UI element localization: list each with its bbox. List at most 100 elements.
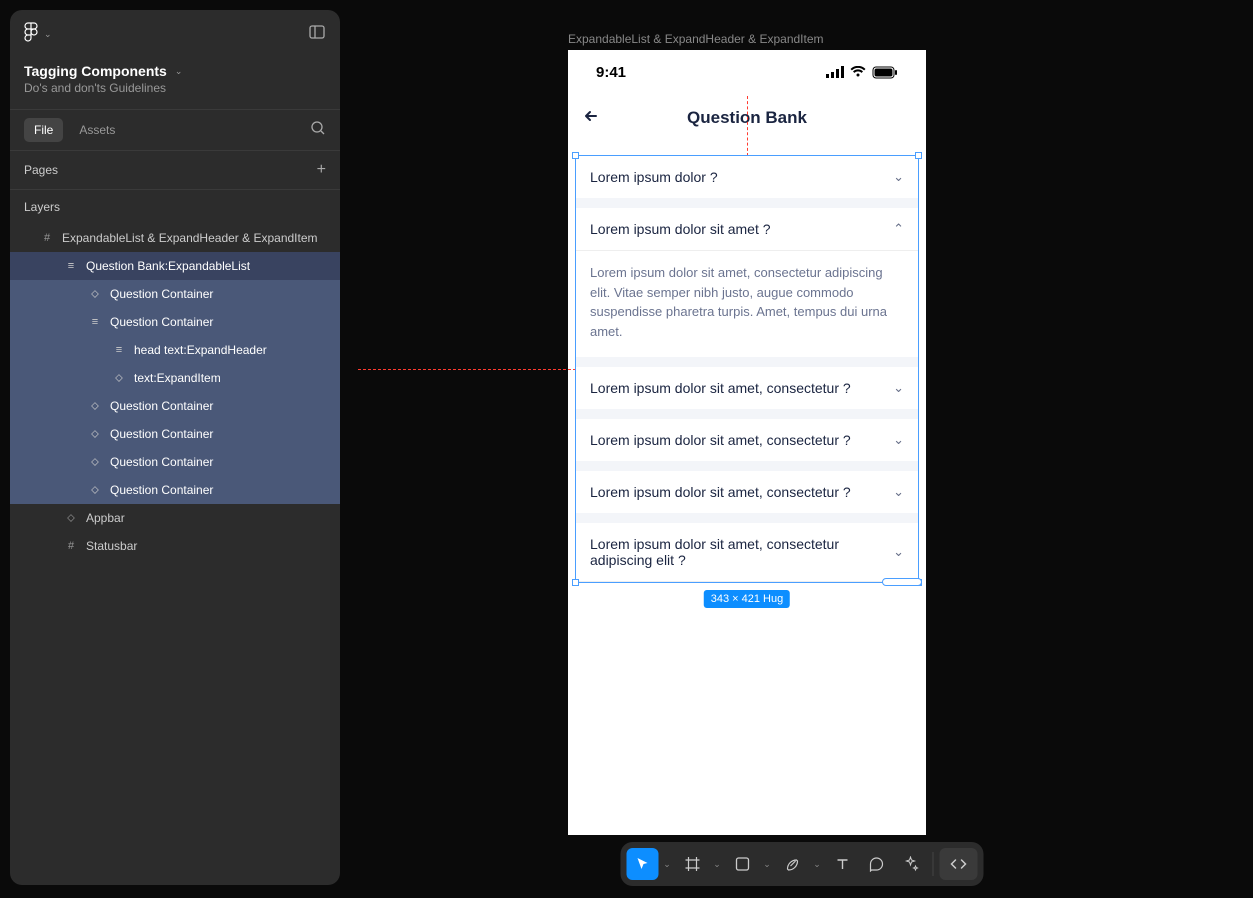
question-header[interactable]: Lorem ipsum dolor sit amet ? ⌃ bbox=[576, 208, 918, 251]
comp-icon: ⬦ bbox=[64, 512, 78, 525]
question-header[interactable]: Lorem ipsum dolor sit amet, consectetur … bbox=[576, 523, 918, 582]
sidebar-header: ⌄ bbox=[10, 10, 340, 59]
move-tool-dropdown[interactable]: ⌄ bbox=[660, 848, 674, 880]
question-header[interactable]: Lorem ipsum dolor ? ⌄ bbox=[576, 156, 918, 208]
figma-menu[interactable]: ⌄ bbox=[24, 22, 52, 47]
chevron-down-icon: ⌄ bbox=[893, 544, 904, 560]
dimensions-badge: 343 × 421 Hug bbox=[704, 590, 790, 608]
layer-label: Question Container bbox=[110, 483, 213, 497]
layer-item[interactable]: ⬦ Question Container bbox=[10, 392, 340, 420]
question-header[interactable]: Lorem ipsum dolor sit amet, consectetur … bbox=[576, 471, 918, 523]
layer-item[interactable]: ⬦ text:ExpandItem bbox=[10, 364, 340, 392]
toolbar-separator bbox=[932, 852, 933, 876]
layer-label: Question Bank:ExpandableList bbox=[86, 259, 250, 273]
layer-item[interactable]: ⬦Question Container bbox=[10, 476, 340, 504]
layer-label: Question Container bbox=[110, 287, 213, 301]
tab-file[interactable]: File bbox=[24, 118, 63, 142]
layer-label: Question Container bbox=[110, 315, 213, 329]
search-icon[interactable] bbox=[310, 120, 326, 141]
chevron-up-icon: ⌃ bbox=[893, 221, 904, 237]
comp-icon: ⬦ bbox=[88, 456, 102, 469]
comp-icon: ⬦ bbox=[112, 372, 126, 385]
project-title: Tagging Components bbox=[24, 63, 167, 79]
layers-section-header: Layers bbox=[10, 189, 340, 224]
appbar-title: Question Bank bbox=[568, 108, 926, 128]
question-list: Lorem ipsum dolor ?⌄Lorem ipsum dolor si… bbox=[576, 156, 918, 582]
bottom-toolbar: ⌄ ⌄ ⌄ ⌄ bbox=[620, 842, 983, 886]
pages-section-header[interactable]: Pages + bbox=[10, 150, 340, 189]
vstack-icon: ≡ bbox=[88, 316, 102, 328]
layer-item[interactable]: ≡ Question Bank:ExpandableList bbox=[10, 252, 340, 280]
layer-item[interactable]: ⬦ Question Container bbox=[10, 420, 340, 448]
chevron-down-icon: ⌄ bbox=[44, 29, 52, 40]
frame-icon: # bbox=[64, 540, 78, 552]
move-tool[interactable] bbox=[626, 848, 658, 880]
comp-icon: ⬦ bbox=[88, 400, 102, 413]
layers-list: # ExpandableList & ExpandHeader & ExpandI… bbox=[10, 224, 340, 885]
comp-icon: ⬦ bbox=[88, 428, 102, 441]
figma-logo-icon bbox=[24, 22, 38, 47]
vstack-icon: ≡ bbox=[112, 344, 126, 356]
statusbar: 9:41 bbox=[568, 50, 926, 94]
battery-icon bbox=[872, 66, 898, 79]
layer-label: Question Container bbox=[110, 399, 213, 413]
text-tool[interactable] bbox=[826, 848, 858, 880]
comp-icon: ⬦ bbox=[88, 288, 102, 301]
tab-assets[interactable]: Assets bbox=[69, 118, 125, 142]
project-subtitle: Do's and don'ts Guidelines bbox=[10, 81, 340, 109]
question-title: Lorem ipsum dolor ? bbox=[590, 169, 718, 185]
dev-mode-toggle[interactable] bbox=[939, 848, 977, 880]
canvas[interactable]: ExpandableList & ExpandHeader & ExpandIt… bbox=[350, 0, 1253, 898]
question-header[interactable]: Lorem ipsum dolor sit amet, consectetur … bbox=[576, 367, 918, 419]
layer-item[interactable]: #ExpandableList & ExpandHeader & ExpandI… bbox=[10, 224, 340, 252]
layer-item[interactable]: ⬦ Question Container bbox=[10, 448, 340, 476]
left-sidebar: ⌄ Tagging Components ⌄ Do's and don'ts G… bbox=[10, 10, 340, 885]
chevron-down-icon: ⌄ bbox=[175, 66, 183, 77]
appbar: Question Bank bbox=[568, 94, 926, 142]
question-body: Lorem ipsum dolor sit amet, consectetur … bbox=[576, 251, 918, 367]
question-title: Lorem ipsum dolor sit amet, consectetur … bbox=[590, 536, 883, 568]
frame-tool[interactable] bbox=[676, 848, 708, 880]
frame-tool-dropdown[interactable]: ⌄ bbox=[710, 848, 724, 880]
layer-item[interactable]: ≡ head text:ExpandHeader bbox=[10, 336, 340, 364]
question-title: Lorem ipsum dolor sit amet, consectetur … bbox=[590, 380, 851, 396]
chevron-down-icon: ⌄ bbox=[893, 169, 904, 185]
wifi-icon bbox=[850, 66, 866, 78]
layer-label: head text:ExpandHeader bbox=[134, 343, 267, 357]
layer-item[interactable]: # Statusbar bbox=[10, 532, 340, 560]
status-time: 9:41 bbox=[596, 64, 626, 81]
project-title-row[interactable]: Tagging Components ⌄ bbox=[10, 59, 340, 81]
vstack-icon: ≡ bbox=[64, 260, 78, 272]
add-page-button[interactable]: + bbox=[317, 161, 326, 179]
mobile-frame[interactable]: 9:41 Question Bank Lorem ipsum dolor ?⌄L… bbox=[568, 50, 926, 835]
pen-tool[interactable] bbox=[776, 848, 808, 880]
layer-label: Question Container bbox=[110, 455, 213, 469]
panel-toggle-button[interactable] bbox=[308, 23, 326, 46]
actions-tool[interactable] bbox=[894, 848, 926, 880]
resize-pill-handle[interactable] bbox=[882, 578, 922, 586]
layer-item[interactable]: ⬦ Appbar bbox=[10, 504, 340, 532]
comment-tool[interactable] bbox=[860, 848, 892, 880]
question-list-selection[interactable]: Lorem ipsum dolor ?⌄Lorem ipsum dolor si… bbox=[576, 156, 918, 582]
chevron-down-icon: ⌄ bbox=[893, 484, 904, 500]
layers-label: Layers bbox=[24, 200, 60, 214]
shape-tool-dropdown[interactable]: ⌄ bbox=[760, 848, 774, 880]
cellular-icon bbox=[826, 66, 844, 78]
chevron-down-icon: ⌄ bbox=[893, 380, 904, 396]
frame-label[interactable]: ExpandableList & ExpandHeader & ExpandIt… bbox=[568, 32, 824, 46]
layer-item[interactable]: ⬦ Question Container bbox=[10, 280, 340, 308]
layer-label: ExpandableList & ExpandHeader & ExpandIt… bbox=[62, 231, 318, 245]
question-title: Lorem ipsum dolor sit amet ? bbox=[590, 221, 771, 237]
question-header[interactable]: Lorem ipsum dolor sit amet, consectetur … bbox=[576, 419, 918, 471]
layer-label: Statusbar bbox=[86, 539, 137, 553]
pen-tool-dropdown[interactable]: ⌄ bbox=[810, 848, 824, 880]
layer-item[interactable]: ≡ Question Container bbox=[10, 308, 340, 336]
rectangle-tool[interactable] bbox=[726, 848, 758, 880]
pages-label: Pages bbox=[24, 163, 58, 177]
layer-label: text:ExpandItem bbox=[134, 371, 221, 385]
layer-label: Question Container bbox=[110, 427, 213, 441]
back-button[interactable] bbox=[582, 107, 600, 130]
chevron-down-icon: ⌄ bbox=[893, 432, 904, 448]
layer-label: Appbar bbox=[86, 511, 125, 525]
question-title: Lorem ipsum dolor sit amet, consectetur … bbox=[590, 484, 851, 500]
